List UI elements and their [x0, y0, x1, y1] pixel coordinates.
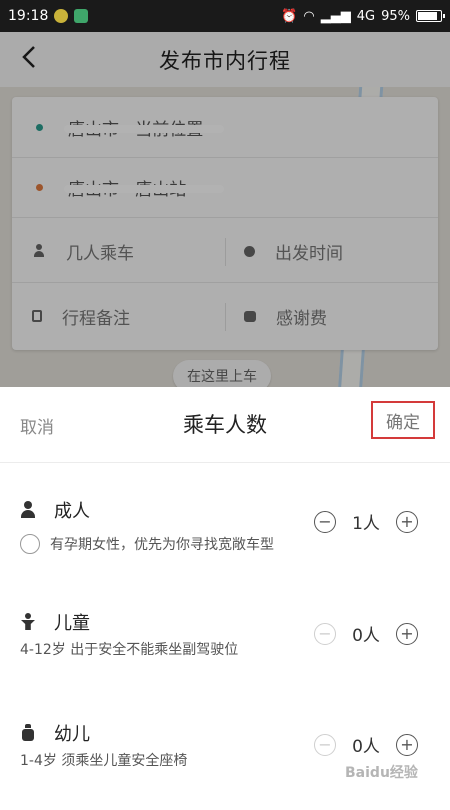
wifi-icon: ◠: [303, 8, 315, 24]
child-icon: [20, 613, 36, 631]
battery-percent: 95%: [381, 8, 410, 24]
infant-minus-button[interactable]: −: [314, 733, 336, 756]
infant-description: 1-4岁 须乘坐儿童安全座椅: [20, 753, 188, 769]
child-description: 4-12岁 出于安全不能乘坐副驾驶位: [20, 642, 239, 658]
adult-row: 成人 − 1人 + 有孕期女性，优先为你寻找宽敞车型: [0, 497, 450, 587]
confirm-button[interactable]: 确定: [371, 401, 435, 439]
infant-header: 幼儿: [20, 720, 90, 746]
pregnant-option[interactable]: 有孕期女性，优先为你寻找宽敞车型: [20, 534, 274, 554]
infant-label: 幼儿: [54, 724, 90, 745]
app-notification-icon-2: [74, 9, 89, 23]
child-minus-button[interactable]: −: [314, 622, 336, 645]
sheet-header: 取消 乘车人数 确定: [0, 387, 450, 463]
child-stepper: − 0人 +: [314, 621, 418, 646]
status-right: ⏰ ◠ ▂▄▆ 4G 95%: [281, 8, 445, 24]
status-time: 19:18: [8, 8, 49, 24]
status-bar: 19:18 ⏰ ◠ ▂▄▆ 4G 95%: [0, 0, 450, 32]
infant-icon: [20, 724, 36, 742]
infant-stepper: − 0人 +: [314, 732, 418, 757]
adult-label: 成人: [54, 501, 90, 522]
child-header: 儿童: [20, 609, 90, 635]
adult-stepper: − 1人 +: [314, 509, 418, 534]
passenger-count-sheet: 取消 乘车人数 确定 成人 − 1人 + 有孕期女性，优先为你寻找宽敞车型 儿童…: [0, 387, 450, 800]
modal-overlay[interactable]: [0, 32, 450, 387]
infant-count: 0人: [352, 737, 380, 757]
child-row: 儿童 − 0人 + 4-12岁 出于安全不能乘坐副驾驶位: [0, 609, 450, 699]
child-label: 儿童: [54, 613, 90, 634]
infant-plus-button[interactable]: +: [396, 733, 418, 756]
pregnant-option-label: 有孕期女性，优先为你寻找宽敞车型: [50, 537, 274, 553]
status-left: 19:18: [8, 8, 89, 24]
adult-plus-button[interactable]: +: [396, 510, 418, 533]
adult-header: 成人: [20, 497, 90, 523]
child-count: 0人: [352, 626, 380, 646]
signal-icon: ▂▄▆: [320, 8, 351, 24]
watermark: Baidu经验: [345, 765, 418, 781]
battery-icon: [416, 10, 445, 22]
network-type: 4G: [356, 8, 376, 24]
confirm-label: 确定: [386, 412, 420, 433]
pregnant-radio[interactable]: [20, 534, 40, 554]
adult-icon: [20, 501, 36, 519]
app-notification-icon: [54, 9, 69, 23]
alarm-icon: ⏰: [281, 8, 298, 24]
adult-minus-button[interactable]: −: [314, 510, 336, 533]
child-plus-button[interactable]: +: [396, 622, 418, 645]
adult-count: 1人: [352, 514, 380, 534]
